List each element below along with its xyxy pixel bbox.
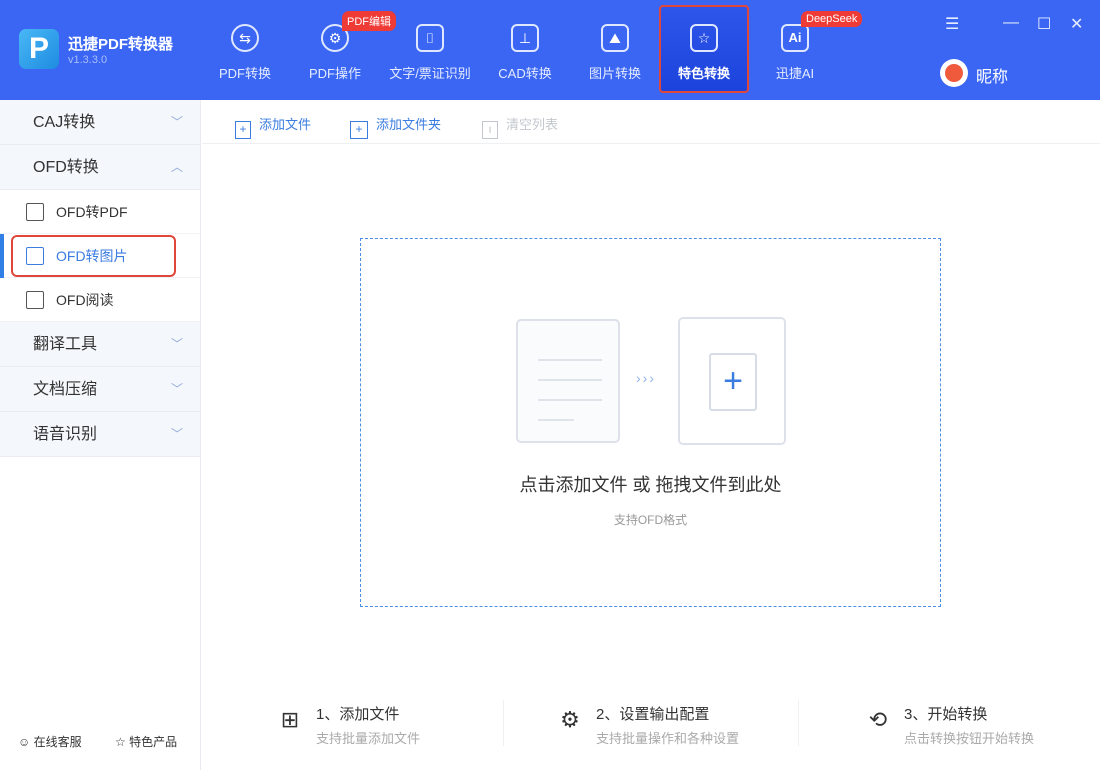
- app-name: 迅捷PDF转换器: [68, 36, 174, 53]
- book-icon: [26, 291, 44, 309]
- chevron-down-icon: ﹀: [170, 115, 183, 129]
- button-label: 添加文件: [259, 117, 312, 132]
- add-file-button[interactable]: + 添加文件: [235, 114, 311, 139]
- button-label: 清空列表: [506, 117, 559, 132]
- group-label: 语音识别: [33, 426, 98, 443]
- menu-icon[interactable]: ☰: [945, 14, 959, 34]
- group-label: OFD转换: [33, 159, 99, 176]
- sidebar-group-caj[interactable]: CAJ转换 ﹀: [0, 100, 200, 145]
- sidebar-item-ofd-to-pdf[interactable]: OFD转PDF: [0, 190, 200, 234]
- sidebar-group-speech[interactable]: 语音识别 ﹀: [0, 412, 200, 457]
- sidebar: CAJ转换 ﹀ OFD转换 ︿ OFD转PDF OFD转图片 OFD阅读 翻译工具 ﹀…: [0, 100, 201, 770]
- add-folder-icon: +: [350, 121, 368, 139]
- avatar[interactable]: [940, 59, 968, 87]
- chevron-down-icon: ﹀: [170, 382, 183, 396]
- group-label: CAJ转换: [33, 114, 96, 131]
- deepseek-badge: DeepSeek: [801, 11, 863, 27]
- plus-icon: +: [709, 353, 757, 411]
- nav-special-convert[interactable]: ☆ 特色转换: [659, 5, 749, 93]
- item-label: OFD转PDF: [56, 204, 128, 220]
- nav-image-convert[interactable]: ⛰ 图片转换: [570, 0, 660, 100]
- group-label: 翻译工具: [33, 336, 98, 353]
- dropzone-hint: 支持OFD格式: [613, 513, 688, 527]
- footer-label: 特色产品: [129, 735, 178, 749]
- divider: [798, 700, 799, 746]
- group-label: 文档压缩: [33, 381, 98, 398]
- sidebar-group-ofd[interactable]: OFD转换 ︿: [0, 145, 200, 190]
- footer-label: 在线客服: [33, 735, 82, 749]
- step-title: 1、添加文件: [316, 706, 400, 723]
- nav-pdf-convert[interactable]: ⇆ PDF转换: [200, 0, 290, 100]
- document-illustration: [516, 319, 620, 443]
- pdf-convert-icon: ⇆: [231, 24, 259, 52]
- add-folder-button[interactable]: + 添加文件夹: [350, 114, 441, 139]
- pdf-file-icon: [26, 203, 44, 221]
- step-desc: 点击转换按钮开始转换: [904, 731, 1035, 746]
- nav-label: 迅捷AI: [775, 66, 815, 81]
- nav-label: PDF转换: [218, 66, 271, 81]
- minimize-icon[interactable]: —: [1003, 14, 1019, 32]
- chevron-down-icon: ﹀: [170, 427, 183, 441]
- clear-list-button[interactable]: ı 清空列表: [482, 114, 558, 139]
- item-label: OFD阅读: [56, 292, 114, 308]
- close-icon[interactable]: ✕: [1070, 14, 1083, 34]
- sidebar-group-translate[interactable]: 翻译工具 ﹀: [0, 322, 200, 367]
- sidebar-group-compress[interactable]: 文档压缩 ﹀: [0, 367, 200, 412]
- toolbar: + 添加文件 + 添加文件夹 ı 清空列表: [202, 100, 1100, 144]
- nav-label: 特色转换: [677, 66, 730, 81]
- user-nickname[interactable]: 昵称: [976, 63, 1008, 87]
- dropzone-instruction: 点击添加文件 或 拖拽文件到此处: [519, 475, 782, 495]
- step-title: 3、开始转换: [904, 706, 988, 723]
- star-convert-icon: ⟲: [868, 707, 888, 732]
- step-desc: 支持批量添加文件: [316, 731, 421, 746]
- ai-icon: Ai: [781, 24, 809, 52]
- title-bar: P 迅捷PDF转换器 v1.3.3.0 ⇆ PDF转换 ⚙ PDF操作 PDF编辑 …: [0, 0, 1100, 100]
- add-file-icon: ⊞: [280, 707, 300, 732]
- gear-icon: ⚙: [560, 707, 580, 732]
- cad-icon: ⊥: [511, 24, 539, 52]
- button-label: 添加文件夹: [376, 117, 442, 132]
- divider: [503, 700, 504, 746]
- nav-cad-convert[interactable]: ⊥ CAD转换: [480, 0, 570, 100]
- nav-label: 文字/票证识别: [389, 66, 471, 81]
- arrows-icon: ›››: [636, 370, 656, 386]
- maximize-icon[interactable]: ☐: [1037, 14, 1051, 34]
- featured-products-link[interactable]: ☆ 特色产品: [115, 733, 177, 750]
- trash-icon: ı: [482, 121, 498, 139]
- chevron-down-icon: ﹀: [170, 337, 183, 351]
- add-target-illustration: +: [678, 317, 786, 445]
- file-dropzone[interactable]: ››› + 点击添加文件 或 拖拽文件到此处 支持OFD格式: [360, 238, 941, 607]
- step-title: 2、设置输出配置: [596, 706, 710, 723]
- star-convert-icon: ☆: [690, 24, 718, 52]
- nav-label: PDF操作: [308, 66, 361, 81]
- image-icon: ⛰: [601, 24, 629, 52]
- online-service-link[interactable]: ☺ 在线客服: [18, 733, 82, 750]
- chevron-up-icon: ︿: [170, 160, 183, 174]
- step-desc: 支持批量操作和各种设置: [596, 731, 740, 746]
- sidebar-item-ofd-read[interactable]: OFD阅读: [0, 278, 200, 322]
- highlight-box: [11, 235, 176, 277]
- nav-ocr[interactable]: ⌷ 文字/票证识别: [385, 0, 475, 100]
- app-logo: P: [19, 29, 59, 69]
- bookmark-icon: ☆: [115, 735, 130, 749]
- app-version: v1.3.3.0: [68, 54, 108, 66]
- ocr-icon: ⌷: [416, 24, 444, 52]
- chat-icon: ☺: [18, 735, 34, 749]
- nav-label: CAD转换: [498, 66, 552, 81]
- add-file-icon: +: [235, 121, 251, 139]
- nav-label: 图片转换: [588, 66, 641, 81]
